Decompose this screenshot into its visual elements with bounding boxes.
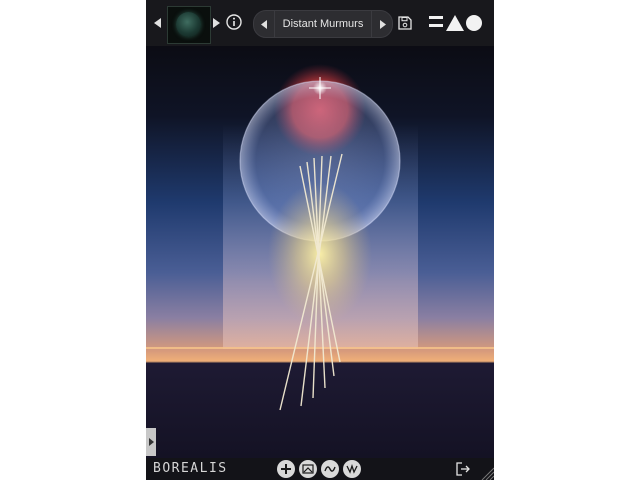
preset-thumbnail[interactable]	[167, 6, 211, 44]
save-icon	[398, 16, 412, 30]
triangle-right-icon	[148, 438, 154, 446]
image-button[interactable]	[299, 460, 317, 478]
preset-selector: Distant Murmurs	[253, 10, 393, 38]
thumbnail-prev-button[interactable]	[151, 15, 165, 31]
wave-button[interactable]	[321, 460, 339, 478]
save-button[interactable]	[397, 15, 413, 31]
info-icon	[226, 14, 242, 30]
info-button[interactable]	[226, 14, 242, 30]
thumbnail-orb	[176, 12, 201, 37]
top-toolbar: Distant Murmurs	[146, 0, 494, 46]
preset-prev-button[interactable]	[254, 11, 275, 37]
brand-label: BOREALIS	[153, 461, 228, 476]
exit-button[interactable]	[455, 461, 471, 477]
exit-icon	[456, 462, 470, 476]
image-icon	[302, 464, 314, 474]
double-wave-button[interactable]	[343, 460, 361, 478]
bottom-toolbar: BOREALIS	[146, 458, 494, 480]
triangle-right-icon	[379, 19, 386, 29]
plus-icon	[281, 464, 291, 474]
side-panel-toggle[interactable]	[146, 428, 156, 456]
resize-handle-icon[interactable]	[478, 464, 494, 480]
double-wave-icon	[346, 463, 358, 474]
triangle-right-icon	[213, 18, 220, 28]
preset-name[interactable]: Distant Murmurs	[274, 11, 372, 37]
brand-logo-icon	[429, 15, 482, 31]
triangle-left-icon	[154, 18, 161, 28]
triangle-left-icon	[260, 19, 267, 29]
add-button[interactable]	[277, 460, 295, 478]
artwork-visualizer	[146, 46, 494, 458]
plugin-window: Distant Murmurs BOREALIS	[146, 0, 494, 480]
thumbnail-next-button[interactable]	[209, 15, 223, 31]
preset-next-button[interactable]	[371, 11, 392, 37]
wave-icon	[324, 466, 336, 472]
